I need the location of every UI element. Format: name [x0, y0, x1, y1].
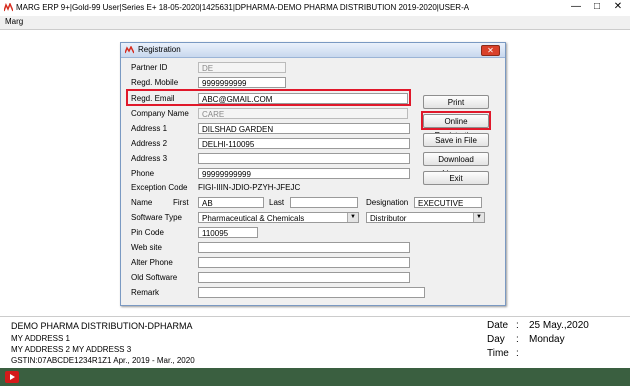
address-3-field[interactable] [198, 153, 410, 164]
day-value: Monday [529, 334, 565, 345]
minimize-button[interactable]: — [566, 0, 586, 14]
remark-field[interactable] [198, 287, 425, 298]
label-name: Name [131, 198, 153, 207]
window-title: MARG ERP 9+|Gold-99 User|Series E+ 18-05… [16, 3, 470, 12]
day-label: Day [487, 334, 505, 345]
label-regd-mobile: Regd. Mobile [131, 78, 179, 87]
marg-logo-icon [125, 46, 134, 54]
label-pin-code: Pin Code [131, 228, 164, 237]
old-software-field[interactable] [198, 272, 410, 283]
print-button[interactable]: Print [423, 95, 489, 109]
user-type-select[interactable]: Distributor ▼ [366, 212, 485, 223]
label-address-1: Address 1 [131, 124, 168, 133]
partner-id-field[interactable]: DE [198, 62, 286, 73]
designation-field[interactable]: EXECUTIVE [414, 197, 482, 208]
regd-email-highlight [126, 89, 411, 106]
label-address-3: Address 3 [131, 154, 168, 163]
taskbar [0, 368, 630, 386]
menu-marg[interactable]: Marg [5, 17, 23, 26]
time-label: Time [487, 348, 509, 359]
registration-dialog: Registration ✕ Partner ID Regd. Mobile R… [120, 42, 506, 306]
marg-logo-icon [4, 3, 13, 12]
user-type-value: Distributor [370, 214, 407, 223]
label-designation: Designation [366, 198, 409, 207]
play-icon[interactable] [5, 371, 19, 383]
company-name: DEMO PHARMA DISTRIBUTION-DPHARMA [11, 321, 193, 331]
label-old-software: Old Software [131, 273, 178, 282]
time-colon: : [516, 348, 519, 359]
company-address-1: MY ADDRESS 1 [11, 334, 70, 343]
label-first: First [173, 198, 189, 207]
dialog-title-bar[interactable]: Registration ✕ [121, 43, 505, 58]
label-alter-phone: Alter Phone [131, 258, 173, 267]
web-site-field[interactable] [198, 242, 410, 253]
label-address-2: Address 2 [131, 139, 168, 148]
date-colon: : [516, 320, 519, 331]
label-remark: Remark [131, 288, 160, 297]
phone-field[interactable]: 99999999999 [198, 168, 410, 179]
label-web-site: Web site [131, 243, 162, 252]
dialog-close-button[interactable]: ✕ [481, 45, 500, 56]
label-last: Last [269, 198, 285, 207]
first-name-field[interactable]: AB [198, 197, 264, 208]
exception-code-value: FIGI-IIIN-JDIO-PZYH-JFEJC [198, 183, 301, 192]
company-address-2: MY ADDRESS 2 MY ADDRESS 3 [11, 345, 132, 354]
chevron-down-icon[interactable]: ▼ [347, 213, 358, 222]
date-value: 25 May.,2020 [529, 320, 589, 331]
alter-phone-field[interactable] [198, 257, 410, 268]
download-licence-button[interactable]: Download Licence [423, 152, 489, 178]
label-partner-id: Partner ID [131, 63, 168, 72]
save-in-file-button[interactable]: Save in File [423, 133, 489, 147]
date-label: Date [487, 320, 509, 331]
online-registration-highlight [421, 111, 491, 130]
label-exception-code: Exception Code [131, 183, 188, 192]
menu-bar: Marg [0, 16, 630, 30]
address-2-field[interactable]: DELHI-110095 [198, 138, 410, 149]
window-title-bar: MARG ERP 9+|Gold-99 User|Series E+ 18-05… [0, 0, 630, 17]
company-info-panel: DEMO PHARMA DISTRIBUTION-DPHARMA MY ADDR… [0, 316, 630, 369]
company-name-field[interactable]: CARE [198, 108, 408, 119]
last-name-field[interactable] [290, 197, 358, 208]
label-company-name: Company Name [131, 109, 189, 118]
day-colon: : [516, 334, 519, 345]
regd-mobile-field[interactable]: 9999999999 [198, 77, 286, 88]
software-type-select[interactable]: Pharmaceutical & Chemicals ▼ [198, 212, 359, 223]
label-phone: Phone [131, 169, 155, 178]
dialog-title: Registration [138, 45, 181, 54]
pin-code-field[interactable]: 110095 [198, 227, 258, 238]
software-type-value: Pharmaceutical & Chemicals [202, 214, 305, 223]
label-software-type: Software Type [131, 213, 182, 222]
close-button[interactable]: ✕ [608, 0, 628, 14]
chevron-down-icon[interactable]: ▼ [473, 213, 484, 222]
address-1-field[interactable]: DILSHAD GARDEN [198, 123, 410, 134]
exit-button[interactable]: Exit [423, 171, 489, 185]
maximize-button[interactable]: □ [587, 0, 607, 14]
gstin-period: GSTIN:07ABCDE1234R1Z1 Apr., 2019 - Mar.,… [11, 356, 195, 365]
